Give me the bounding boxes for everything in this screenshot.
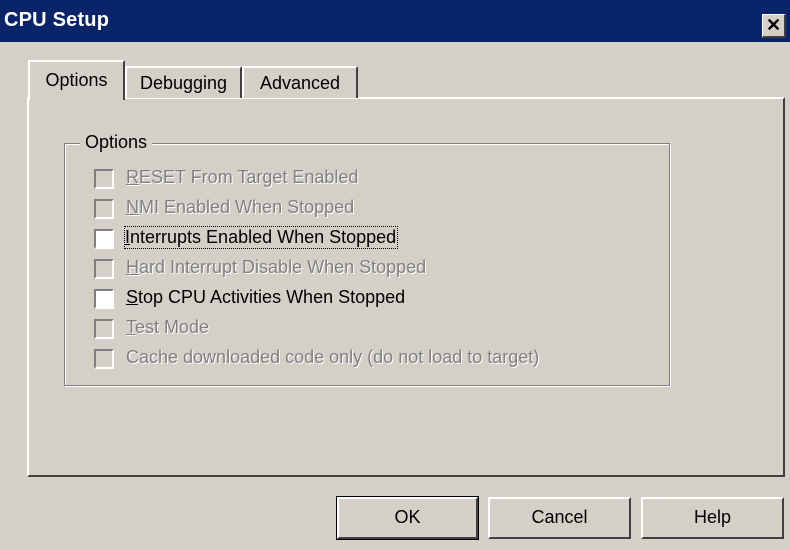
checkbox-box[interactable] [94,319,114,339]
options-group-label: Options [80,132,153,153]
checkbox-box[interactable] [94,229,114,249]
tab-advanced[interactable]: Advanced [242,66,358,98]
checkbox-label: NMI Enabled When Stopped [126,197,355,217]
cancel-button[interactable]: Cancel [488,497,631,539]
checkbox-box[interactable] [94,289,114,309]
tab-debugging-label: Debugging [139,73,228,93]
tab-options-label: Options [45,70,108,90]
tab-options[interactable]: Options [28,60,125,100]
tab-debugging[interactable]: Debugging [125,66,242,98]
checkbox-box[interactable] [94,199,114,219]
tab-advanced-label: Advanced [259,73,341,93]
checkbox-label: Test Mode [126,317,210,337]
checkbox-label: Hard Interrupt Disable When Stopped [126,257,427,277]
cpu-setup-dialog: CPU Setup ✕ Options Debugging Advanced O… [0,0,790,550]
checkbox-box[interactable] [94,259,114,279]
ok-button[interactable]: OK [336,496,479,540]
checkbox-label: Interrupts Enabled When Stopped [123,226,399,249]
close-icon[interactable]: ✕ [762,14,786,38]
window-title: CPU Setup [4,9,110,31]
help-button[interactable]: Help [641,497,784,539]
checkbox-label: Cache downloaded code only (do not load … [126,347,540,367]
checkbox-box[interactable] [94,349,114,369]
checkbox-label: RESET From Target Enabled [126,167,359,187]
checkbox-box[interactable] [94,169,114,189]
title-bar[interactable]: CPU Setup ✕ [0,0,790,42]
checkbox-label: Stop CPU Activities When Stopped [126,287,406,307]
